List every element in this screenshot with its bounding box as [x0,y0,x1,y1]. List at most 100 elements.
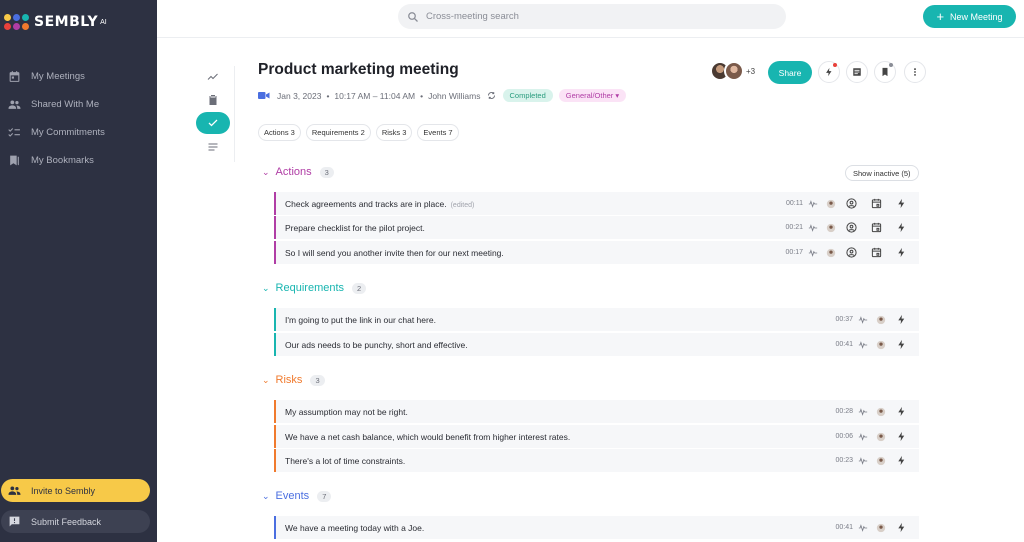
chip-requirements[interactable]: Requirements 2 [305,124,371,141]
notes-button[interactable] [846,61,868,83]
lightning-icon[interactable] [894,405,908,419]
list-item[interactable]: There's a lot of time constraints. 00:23 [274,449,919,472]
trend-icon [207,73,218,80]
section-risks-header[interactable]: ⌄ Risks 3 [262,374,325,386]
sidebar-item-my-bookmarks[interactable]: My Bookmarks [0,146,157,174]
waveform-icon[interactable] [808,223,818,233]
more-options-button[interactable] [904,61,926,83]
transcript-tab[interactable] [196,136,230,158]
item-timestamp[interactable]: 00:41 [835,524,853,531]
lightning-icon[interactable] [894,197,908,211]
waveform-icon[interactable] [808,248,818,258]
checklist-icon [8,127,20,137]
invite-button[interactable]: Invite to Sembly [1,479,150,502]
waveform-icon[interactable] [858,315,868,325]
sidebar-item-my-meetings[interactable]: My Meetings [0,62,157,90]
lightning-icon[interactable] [894,338,908,352]
list-item[interactable]: Our ads needs to be punchy, short and ef… [274,333,919,356]
due-date-calendar-icon[interactable] [869,246,883,260]
invite-label: Invite to Sembly [31,485,96,496]
more-vertical-icon [914,68,916,76]
waveform-icon[interactable] [858,432,868,442]
category-badge[interactable]: General/Other ▾ [558,89,627,102]
feedback-label: Submit Feedback [31,516,102,527]
sembly-agent-button[interactable] [818,61,840,83]
item-color-bar [274,216,276,239]
speaker-avatar-icon [876,340,886,350]
waveform-icon[interactable] [858,523,868,533]
item-timestamp[interactable]: 00:37 [835,316,853,323]
lightning-icon[interactable] [894,521,908,535]
assign-person-icon[interactable] [844,246,858,260]
waveform-icon [858,407,868,416]
notes-tab[interactable] [196,89,230,111]
lightning-icon [897,455,904,466]
share-button[interactable]: Share [768,61,812,84]
list-item[interactable]: I'm going to put the link in our chat he… [274,308,919,331]
chip-risks[interactable]: Risks 3 [375,124,413,141]
waveform-icon[interactable] [858,456,868,466]
section-events-header[interactable]: ⌄ Events 7 [262,490,332,502]
lightning-icon[interactable] [894,454,908,468]
sidebar-item-shared-with-me[interactable]: Shared With Me [0,90,157,118]
list-item[interactable]: So I will send you another invite then f… [274,241,919,264]
waveform-icon[interactable] [858,407,868,417]
item-timestamp[interactable]: 00:17 [785,249,803,256]
new-meeting-button[interactable]: + New Meeting [923,5,1016,28]
waveform-icon [808,248,818,257]
speaker-avatar-icon [876,407,886,416]
show-inactive-button[interactable]: Show inactive (5) [845,165,919,181]
chip-actions[interactable]: Actions 3 [258,124,301,141]
sidebar-nav: My Meetings Shared With Me My Commitment… [0,62,157,174]
lightning-icon[interactable] [894,430,908,444]
item-timestamp[interactable]: 00:41 [835,341,853,348]
item-color-bar [274,449,276,472]
item-timestamp[interactable]: 00:06 [835,433,853,440]
item-timestamp[interactable]: 00:23 [835,457,853,464]
participants[interactable]: +3 [710,61,755,81]
lightning-icon[interactable] [894,313,908,327]
list-item[interactable]: Check agreements and tracks are in place… [274,192,919,215]
due-date-calendar-icon[interactable] [869,197,883,211]
status-badge: Completed [502,89,553,102]
due-date-calendar-icon [871,247,881,258]
section-actions-header[interactable]: ⌄ Actions 3 [262,166,334,178]
analytics-tab[interactable] [196,66,230,88]
chip-events[interactable]: Events 7 [417,124,459,141]
feedback-icon [9,516,20,527]
speaker-avatar-icon [826,223,836,233]
item-timestamp[interactable]: 00:11 [786,200,803,207]
list-item[interactable]: We have a net cash balance, which would … [274,425,919,448]
item-text: My assumption may not be right. [285,406,408,417]
item-text: Our ads needs to be punchy, short and ef… [285,339,468,350]
item-text: We have a net cash balance, which would … [285,431,571,442]
lightning-icon[interactable] [894,221,908,235]
item-timestamp[interactable]: 00:21 [785,224,803,231]
assign-person-icon[interactable] [844,221,858,235]
due-date-calendar-icon[interactable] [869,221,883,235]
list-item[interactable]: Prepare checklist for the pilot project.… [274,216,919,239]
feedback-button[interactable]: Submit Feedback [1,510,150,533]
speaker-avatar-icon [826,223,836,232]
waveform-icon[interactable] [858,340,868,350]
search-input[interactable]: Cross-meeting search [398,4,786,29]
waveform-icon [858,315,868,324]
speaker-avatar-icon [826,248,836,257]
sembly-logo[interactable]: SEMBLY AI [4,14,107,30]
bookmarks-icon [10,155,19,165]
filter-chips: Actions 3 Requirements 2 Risks 3 Events … [258,124,464,141]
bookmark-button[interactable] [874,61,896,83]
new-meeting-label: New Meeting [950,11,1003,22]
list-item[interactable]: My assumption may not be right. 00:28 [274,400,919,423]
lightning-icon[interactable] [894,246,908,260]
chevron-down-icon: ⌄ [262,374,270,385]
meeting-owner: John Williams [428,90,481,101]
sync-icon [487,92,495,99]
sidebar-item-my-commitments[interactable]: My Commitments [0,118,157,146]
item-timestamp[interactable]: 00:28 [835,408,853,415]
waveform-icon[interactable] [808,199,818,209]
section-requirements-header[interactable]: ⌄ Requirements 2 [262,282,367,294]
assign-person-icon[interactable] [844,197,858,211]
list-item[interactable]: We have a meeting today with a Joe. 00:41 [274,516,919,539]
tasks-tab[interactable] [196,112,230,134]
